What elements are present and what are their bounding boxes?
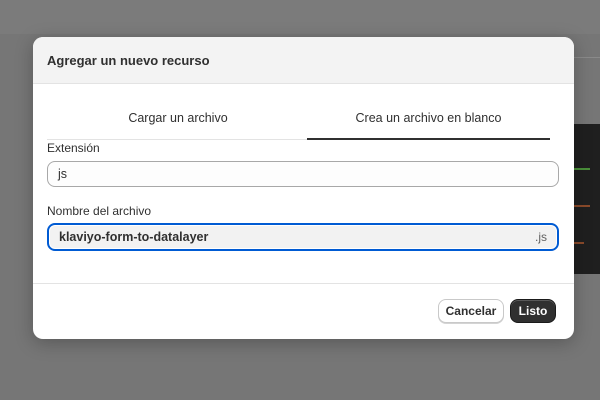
filename-input[interactable]: klaviyo-form-to-datalayer .js (47, 223, 559, 251)
background-code-panel (574, 124, 600, 274)
extension-label: Extensión (47, 141, 100, 155)
filename-value: klaviyo-form-to-datalayer (59, 230, 209, 244)
dialog-title: Agregar un nuevo recurso (47, 53, 210, 68)
background-code-line (574, 205, 590, 207)
filename-label: Nombre del archivo (47, 204, 152, 218)
background-code-line (574, 242, 584, 244)
background-code-line (574, 168, 590, 170)
background-divider (574, 57, 600, 58)
background-header (0, 0, 600, 34)
dialog-header: Agregar un nuevo recurso (33, 37, 574, 84)
extension-value: js (58, 167, 68, 181)
footer-divider (33, 283, 574, 284)
cancel-button[interactable]: Cancelar (438, 299, 504, 323)
filename-suffix: .js (535, 230, 547, 244)
add-resource-dialog: Agregar un nuevo recurso Cargar un archi… (33, 37, 574, 339)
tab-upload-file[interactable]: Cargar un archivo (47, 107, 309, 139)
done-button[interactable]: Listo (510, 299, 556, 323)
tab-bar: Cargar un archivo Crea un archivo en bla… (47, 107, 550, 140)
extension-field[interactable]: js (47, 161, 559, 187)
tab-blank-file[interactable]: Crea un archivo en blanco (307, 107, 550, 140)
